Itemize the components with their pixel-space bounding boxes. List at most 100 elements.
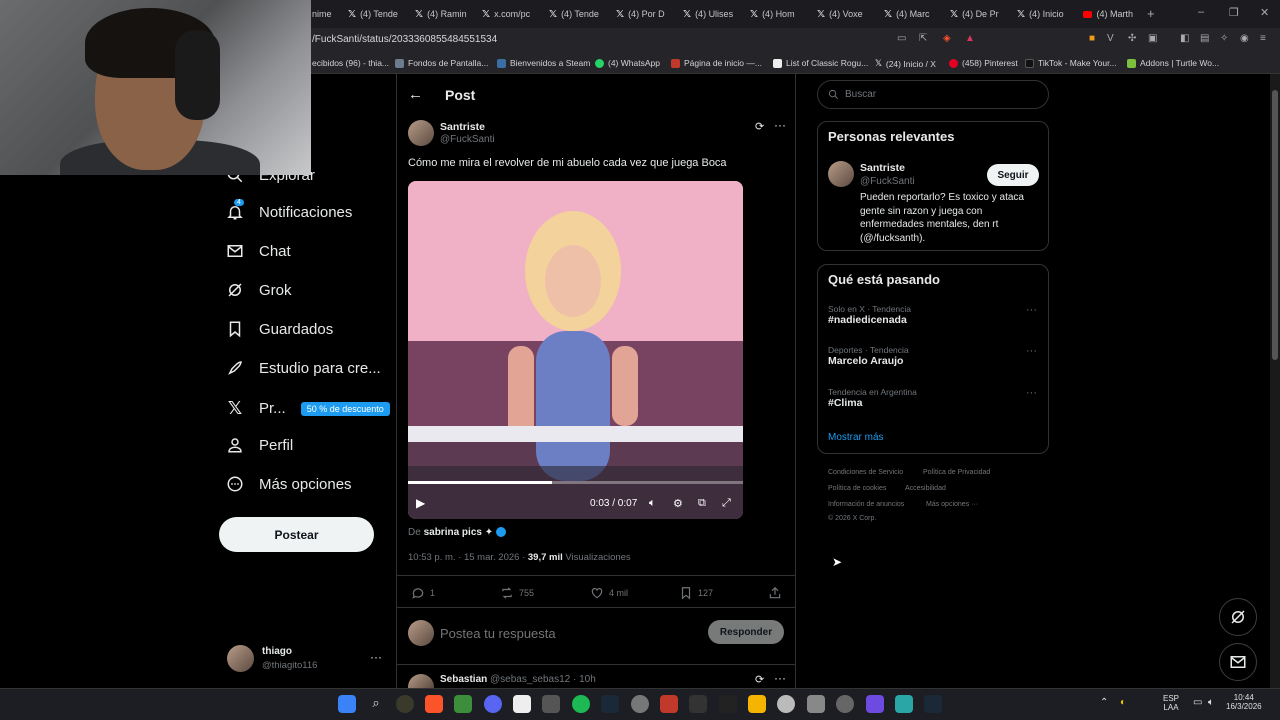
windows-start-icon[interactable] bbox=[338, 695, 356, 713]
trend-item[interactable]: Solo en X · Tendencia #nadiedicenada bbox=[828, 304, 911, 326]
wallet2-icon[interactable]: ▤ bbox=[1200, 33, 1209, 44]
video-player[interactable]: ▶ 0:03 / 0:07 🔈︎ ⚙ ⧉ ⤢ bbox=[408, 181, 743, 519]
share-icon[interactable]: ⇱ bbox=[919, 33, 927, 44]
nav-item-profile[interactable]: Perfil bbox=[226, 436, 293, 454]
video-progress-track[interactable] bbox=[408, 481, 743, 484]
reply-input[interactable] bbox=[440, 622, 680, 644]
relevant-name[interactable]: Santriste bbox=[860, 162, 905, 174]
source-name[interactable]: sabrina pics ✦ bbox=[424, 527, 494, 538]
nav-item-premium[interactable]: 𝕏 Pr... 50 % de descuento bbox=[226, 398, 390, 419]
grok-icon[interactable]: ⟳ bbox=[755, 673, 764, 686]
chevron-up-icon[interactable]: ⌃ bbox=[1100, 697, 1108, 708]
network-icon[interactable]: ▭ bbox=[1193, 697, 1202, 708]
back-arrow-icon[interactable]: ← bbox=[408, 86, 423, 103]
browser-tab[interactable]: 𝕏 (4) Tende bbox=[549, 5, 599, 23]
like-button[interactable]: 4 mil bbox=[590, 586, 628, 600]
avatar[interactable] bbox=[828, 161, 854, 187]
browser-tab[interactable]: 𝕏 (4) Ramin bbox=[415, 5, 467, 23]
minimize-icon[interactable]: – bbox=[1198, 6, 1204, 18]
bookmark-item[interactable]: 𝕏 (24) Inicio / X bbox=[875, 58, 936, 69]
nav-item-bookmarks[interactable]: Guardados bbox=[226, 320, 333, 338]
avatar[interactable] bbox=[408, 120, 434, 146]
footer-link[interactable]: Más opciones ··· bbox=[926, 501, 978, 508]
nav-item-creator-studio[interactable]: Estudio para cre... bbox=[226, 359, 381, 377]
grok-float-button[interactable] bbox=[1219, 598, 1257, 636]
browser-tab[interactable]: 𝕏 (4) Tende bbox=[348, 5, 398, 23]
browser-tab[interactable]: 𝕏 (4) Ulises bbox=[683, 5, 733, 23]
volume-icon[interactable]: 🔈︎ bbox=[1208, 697, 1214, 708]
repost-button[interactable]: 755 bbox=[500, 586, 534, 600]
bookmark-item[interactable]: Addons | Turtle Wo... bbox=[1127, 58, 1219, 68]
pip-icon[interactable]: ⧉ bbox=[698, 497, 706, 510]
more-dots-icon[interactable]: ··· bbox=[1026, 345, 1037, 357]
steam-icon[interactable] bbox=[924, 695, 942, 713]
bookmark-item[interactable]: Página de inicio —... bbox=[671, 58, 762, 68]
reply-button[interactable]: 1 bbox=[411, 586, 435, 600]
browser-tab[interactable]: 𝕏 (4) Hom bbox=[750, 5, 800, 23]
play-icon[interactable]: ▶ bbox=[416, 496, 425, 510]
steam-icon[interactable] bbox=[601, 695, 619, 713]
footer-link[interactable]: Política de Privacidad bbox=[923, 469, 990, 476]
more-dots-icon[interactable]: ··· bbox=[1026, 304, 1037, 316]
more-dots-icon[interactable]: ··· bbox=[774, 671, 786, 685]
url-text[interactable]: /FuckSanti/status/2033360855484551534 bbox=[312, 34, 497, 45]
cast-icon[interactable]: ▭ bbox=[897, 33, 906, 44]
post-button[interactable]: Postear bbox=[219, 517, 374, 552]
volume-icon[interactable]: 🔈︎ bbox=[649, 497, 656, 510]
notepad-icon[interactable] bbox=[513, 695, 531, 713]
epic-games-icon[interactable] bbox=[719, 695, 737, 713]
account-name[interactable]: thiago bbox=[262, 646, 292, 657]
share-button[interactable] bbox=[768, 586, 782, 600]
discord-icon[interactable] bbox=[484, 695, 502, 713]
extension-icon[interactable]: ■ bbox=[1089, 33, 1095, 44]
brave-shield-icon[interactable]: ◈ bbox=[943, 33, 951, 44]
menu-icon[interactable]: ≡ bbox=[1260, 33, 1266, 44]
wallet-icon[interactable]: ▣ bbox=[1148, 33, 1157, 44]
nav-item-notifications[interactable]: 4 Notificaciones bbox=[226, 199, 352, 221]
reply-author-handle[interactable]: @sebas_sebas12 · 10h bbox=[490, 674, 596, 685]
search-icon[interactable]: ⌕ bbox=[367, 695, 385, 713]
browser-tab[interactable]: 𝕏 (4) Voxe bbox=[817, 5, 867, 23]
grok-icon[interactable]: ⟳ bbox=[755, 120, 764, 133]
sidebar-icon[interactable]: ◧ bbox=[1180, 33, 1189, 44]
trend-item[interactable]: Deportes · Tendencia Marcelo Araujo bbox=[828, 345, 909, 367]
messages-float-button[interactable] bbox=[1219, 643, 1257, 681]
roblox-icon[interactable] bbox=[660, 695, 678, 713]
follow-button[interactable]: Seguir bbox=[987, 164, 1039, 186]
more-dots-icon[interactable]: ··· bbox=[370, 650, 382, 664]
bookmark-item[interactable]: ecibidos (96) - thia... bbox=[312, 58, 389, 68]
spotify-icon[interactable] bbox=[572, 695, 590, 713]
puzzle-icon[interactable]: ✣ bbox=[1128, 33, 1136, 44]
app-icon[interactable] bbox=[542, 695, 560, 713]
bookmark-item[interactable]: (4) WhatsApp bbox=[595, 58, 660, 68]
maximize-icon[interactable]: ❐ bbox=[1229, 6, 1239, 19]
author-handle[interactable]: @FuckSanti bbox=[440, 134, 495, 145]
browser-tab[interactable]: 𝕏 (4) Por D bbox=[616, 5, 666, 23]
app-icon[interactable] bbox=[396, 695, 414, 713]
app-icon[interactable] bbox=[631, 695, 649, 713]
scrollbar-thumb[interactable] bbox=[1272, 90, 1278, 360]
folder-icon[interactable] bbox=[748, 695, 766, 713]
extension-icon[interactable]: V bbox=[1107, 33, 1114, 44]
app-icon[interactable] bbox=[895, 695, 913, 713]
more-dots-icon[interactable]: ··· bbox=[1026, 387, 1037, 399]
close-icon[interactable]: ✕ bbox=[1260, 6, 1269, 19]
footer-link[interactable]: Información de anuncios bbox=[828, 501, 904, 508]
reply-submit-button[interactable]: Responder bbox=[708, 620, 784, 644]
footer-link[interactable]: Condiciones de Servicio bbox=[828, 469, 903, 476]
trend-item[interactable]: Tendencia en Argentina #Clima bbox=[828, 387, 917, 409]
footer-link[interactable]: Accesibilidad bbox=[905, 485, 946, 492]
app-icon[interactable] bbox=[866, 695, 884, 713]
settings-icon[interactable]: ⚙ bbox=[673, 497, 683, 510]
nav-item-grok[interactable]: Grok bbox=[226, 281, 292, 299]
bookmark-item[interactable]: Bienvenidos a Steam bbox=[497, 58, 590, 68]
clock[interactable]: 10:44 16/3/2026 bbox=[1226, 693, 1262, 711]
author-name[interactable]: Santriste bbox=[440, 121, 485, 133]
minecraft-icon[interactable] bbox=[454, 695, 472, 713]
bookmark-item[interactable]: List of Classic Rogu... bbox=[773, 58, 868, 68]
brave-rewards-icon[interactable]: ▲ bbox=[965, 33, 975, 44]
more-dots-icon[interactable]: ··· bbox=[774, 118, 786, 132]
new-tab-icon[interactable]: + bbox=[1147, 6, 1155, 21]
browser-tab[interactable]: (4) Marth bbox=[1083, 5, 1133, 23]
browser-tab[interactable]: 𝕏 (4) Inicio bbox=[1017, 5, 1067, 23]
